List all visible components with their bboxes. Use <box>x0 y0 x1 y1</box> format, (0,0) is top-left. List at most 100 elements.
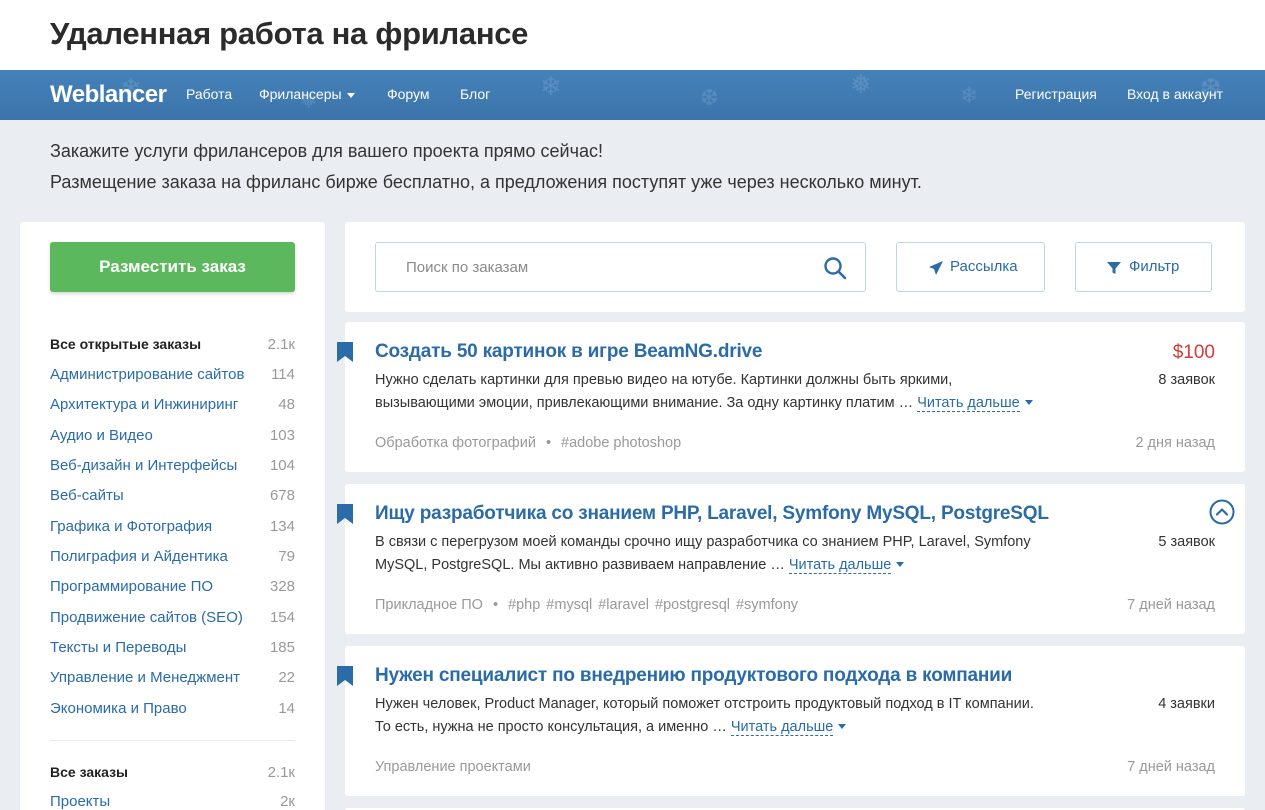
sidebar-item-count: 79 <box>278 548 295 565</box>
weblancer-logo[interactable]: Weblancer <box>50 81 167 109</box>
sidebar-item-label: Проекты <box>50 793 111 810</box>
sidebar-item-label: Управление и Менеджмент <box>50 669 240 686</box>
order-bids-count: 4 заявки <box>1158 696 1215 712</box>
sidebar-item-count: 14 <box>278 700 295 717</box>
collapse-up-icon[interactable] <box>1209 499 1235 525</box>
order-card: Создать 50 картинок в игре BeamNG.drive … <box>337 322 1245 472</box>
search-icon[interactable] <box>823 256 847 280</box>
sidebar-item-category[interactable]: Полиграфия и Айдентика 79 <box>50 548 295 570</box>
sidebar-item-category[interactable]: Архитектура и Инжиниринг 48 <box>50 396 295 418</box>
order-description: Нужен человек, Product Manager, который … <box>375 693 1075 738</box>
sidebar-item-label: Продвижение сайтов (SEO) <box>50 609 243 626</box>
sidebar-item-label: Тексты и Переводы <box>50 639 187 656</box>
sidebar-item-label: Администрирование сайтов <box>50 366 245 383</box>
post-order-button[interactable]: Разместить заказ <box>50 242 295 292</box>
sidebar-item-count: 328 <box>269 578 295 595</box>
sidebar-item-count: 103 <box>269 427 295 444</box>
top-navbar: ❄ ❅ ❄ ❆ ❅ ❄ ❆ Weblancer Работа Фрилансер… <box>0 70 1265 120</box>
sidebar-item-category[interactable]: Графика и Фотография 134 <box>50 518 295 540</box>
order-category-link[interactable]: Управление проектами <box>375 759 531 775</box>
sidebar-item-category[interactable]: Программирование ПО 328 <box>50 578 295 600</box>
sidebar-item-category[interactable]: Тексты и Переводы 185 <box>50 639 295 661</box>
order-time: 7 дней назад <box>1127 597 1215 613</box>
read-more-link[interactable]: Читать дальше <box>788 556 892 574</box>
filter-icon <box>1107 262 1121 274</box>
filter-button[interactable]: Фильтр <box>1075 242 1212 292</box>
bookmark-icon[interactable] <box>337 342 353 362</box>
order-tag[interactable]: #php <box>508 597 540 613</box>
chevron-down-icon <box>1024 400 1033 406</box>
snowflake-decoration: ❄ <box>540 72 562 102</box>
sidebar-item-open-orders[interactable]: Все открытые заказы 2.1к <box>50 336 295 358</box>
sidebar-item-category[interactable]: Веб-сайты 678 <box>50 487 295 509</box>
sidebar-item-label: Программирование ПО <box>50 578 214 595</box>
order-description: В связи с перегрузом моей команды срочно… <box>375 531 1075 576</box>
chevron-down-icon <box>838 724 847 730</box>
order-tag[interactable]: #postgresql <box>655 597 730 613</box>
order-meta: Прикладное ПО • #php #mysql #laravel #postgre… <box>375 597 798 613</box>
filter-button-label: Фильтр <box>1129 258 1180 275</box>
bookmark-icon[interactable] <box>337 504 353 524</box>
paper-plane-icon <box>929 261 943 275</box>
order-bids-count: 8 заявок <box>1158 372 1215 388</box>
order-description-line: MySQL, PostgreSQL. Мы активно развиваем … <box>375 556 785 573</box>
nav-link-blog[interactable]: Блог <box>460 86 490 102</box>
sidebar-item-count: 48 <box>278 396 295 413</box>
sidebar-divider <box>50 740 295 741</box>
order-description-line: вызывающими эмоции, привлекающими вниман… <box>375 394 914 411</box>
order-title-link[interactable]: Создать 50 картинок в игре BeamNG.drive <box>375 341 762 363</box>
nav-link-freelancers[interactable]: Фрилансеры <box>259 86 355 102</box>
separator-dot: • <box>545 435 552 451</box>
sidebar-item-count: 2.1к <box>267 336 295 353</box>
order-card: Ищу разработчика со знанием PHP, Laravel… <box>337 484 1245 634</box>
sidebar-item-label: Аудио и Видео <box>50 427 153 444</box>
sidebar-item-projects[interactable]: Проекты 2к <box>50 793 295 810</box>
sidebar-item-category[interactable]: Веб-дизайн и Интерфейсы 104 <box>50 457 295 479</box>
order-tag[interactable]: #laravel <box>598 597 649 613</box>
sidebar-item-all-orders[interactable]: Все заказы 2.1к <box>50 764 295 786</box>
order-description: Нужно сделать картинки для превью видео … <box>375 369 1075 414</box>
sidebar-item-label: Веб-сайты <box>50 487 124 504</box>
sidebar-item-count: 678 <box>269 487 295 504</box>
mailing-button[interactable]: Рассылка <box>896 242 1045 292</box>
sidebar-item-label: Все заказы <box>50 764 129 780</box>
login-link[interactable]: Вход в аккаунт <box>1127 86 1223 102</box>
order-category-link[interactable]: Прикладное ПО <box>375 597 483 613</box>
order-category-link[interactable]: Обработка фотографий <box>375 435 536 451</box>
nav-link-work[interactable]: Работа <box>186 86 232 102</box>
sidebar-item-category[interactable]: Управление и Менеджмент 22 <box>50 669 295 691</box>
sidebar-item-label: Веб-дизайн и Интерфейсы <box>50 457 238 474</box>
register-link[interactable]: Регистрация <box>1015 86 1097 102</box>
sidebar-item-count: 134 <box>269 518 295 535</box>
sidebar-item-category[interactable]: Продвижение сайтов (SEO) 154 <box>50 609 295 631</box>
orders-toolbar: Рассылка Фильтр <box>345 222 1245 312</box>
sidebar-item-category[interactable]: Администрирование сайтов 114 <box>50 366 295 388</box>
snowflake-decoration: ❅ <box>850 70 872 100</box>
order-tag[interactable]: #adobe photoshop <box>561 435 681 451</box>
order-description-line: В связи с перегрузом моей команды срочно… <box>375 534 1031 550</box>
sidebar-item-count: 22 <box>278 669 295 686</box>
categories-sidebar: Разместить заказ Все открытые заказы 2.1… <box>20 222 325 810</box>
order-price: $100 <box>1172 342 1215 363</box>
nav-link-forum[interactable]: Форум <box>387 86 430 102</box>
sidebar-item-label: Графика и Фотография <box>50 518 213 535</box>
search-input[interactable] <box>376 243 806 291</box>
order-time: 7 дней назад <box>1127 759 1215 775</box>
sidebar-item-category[interactable]: Экономика и Право 14 <box>50 700 295 722</box>
sidebar-item-category[interactable]: Аудио и Видео 103 <box>50 427 295 449</box>
nav-link-label: Фрилансеры <box>259 86 342 102</box>
order-bids-count: 5 заявок <box>1158 534 1215 550</box>
separator-dot: • <box>492 597 499 613</box>
read-more-link[interactable]: Читать дальше <box>730 718 834 736</box>
order-title-link[interactable]: Ищу разработчика со знанием PHP, Laravel… <box>375 503 1049 525</box>
mailing-button-label: Рассылка <box>950 258 1018 275</box>
sidebar-item-count: 185 <box>269 639 295 656</box>
order-tag[interactable]: #symfony <box>736 597 798 613</box>
order-title-link[interactable]: Нужен специалист по внедрению продуктово… <box>375 665 1012 687</box>
order-meta: Обработка фотографий • #adobe photoshop <box>375 435 681 451</box>
order-description-line: Нужен человек, Product Manager, который … <box>375 696 1034 712</box>
bookmark-icon[interactable] <box>337 666 353 686</box>
order-tag[interactable]: #mysql <box>546 597 592 613</box>
snowflake-decoration: ❆ <box>700 86 719 111</box>
read-more-link[interactable]: Читать дальше <box>917 394 1020 412</box>
